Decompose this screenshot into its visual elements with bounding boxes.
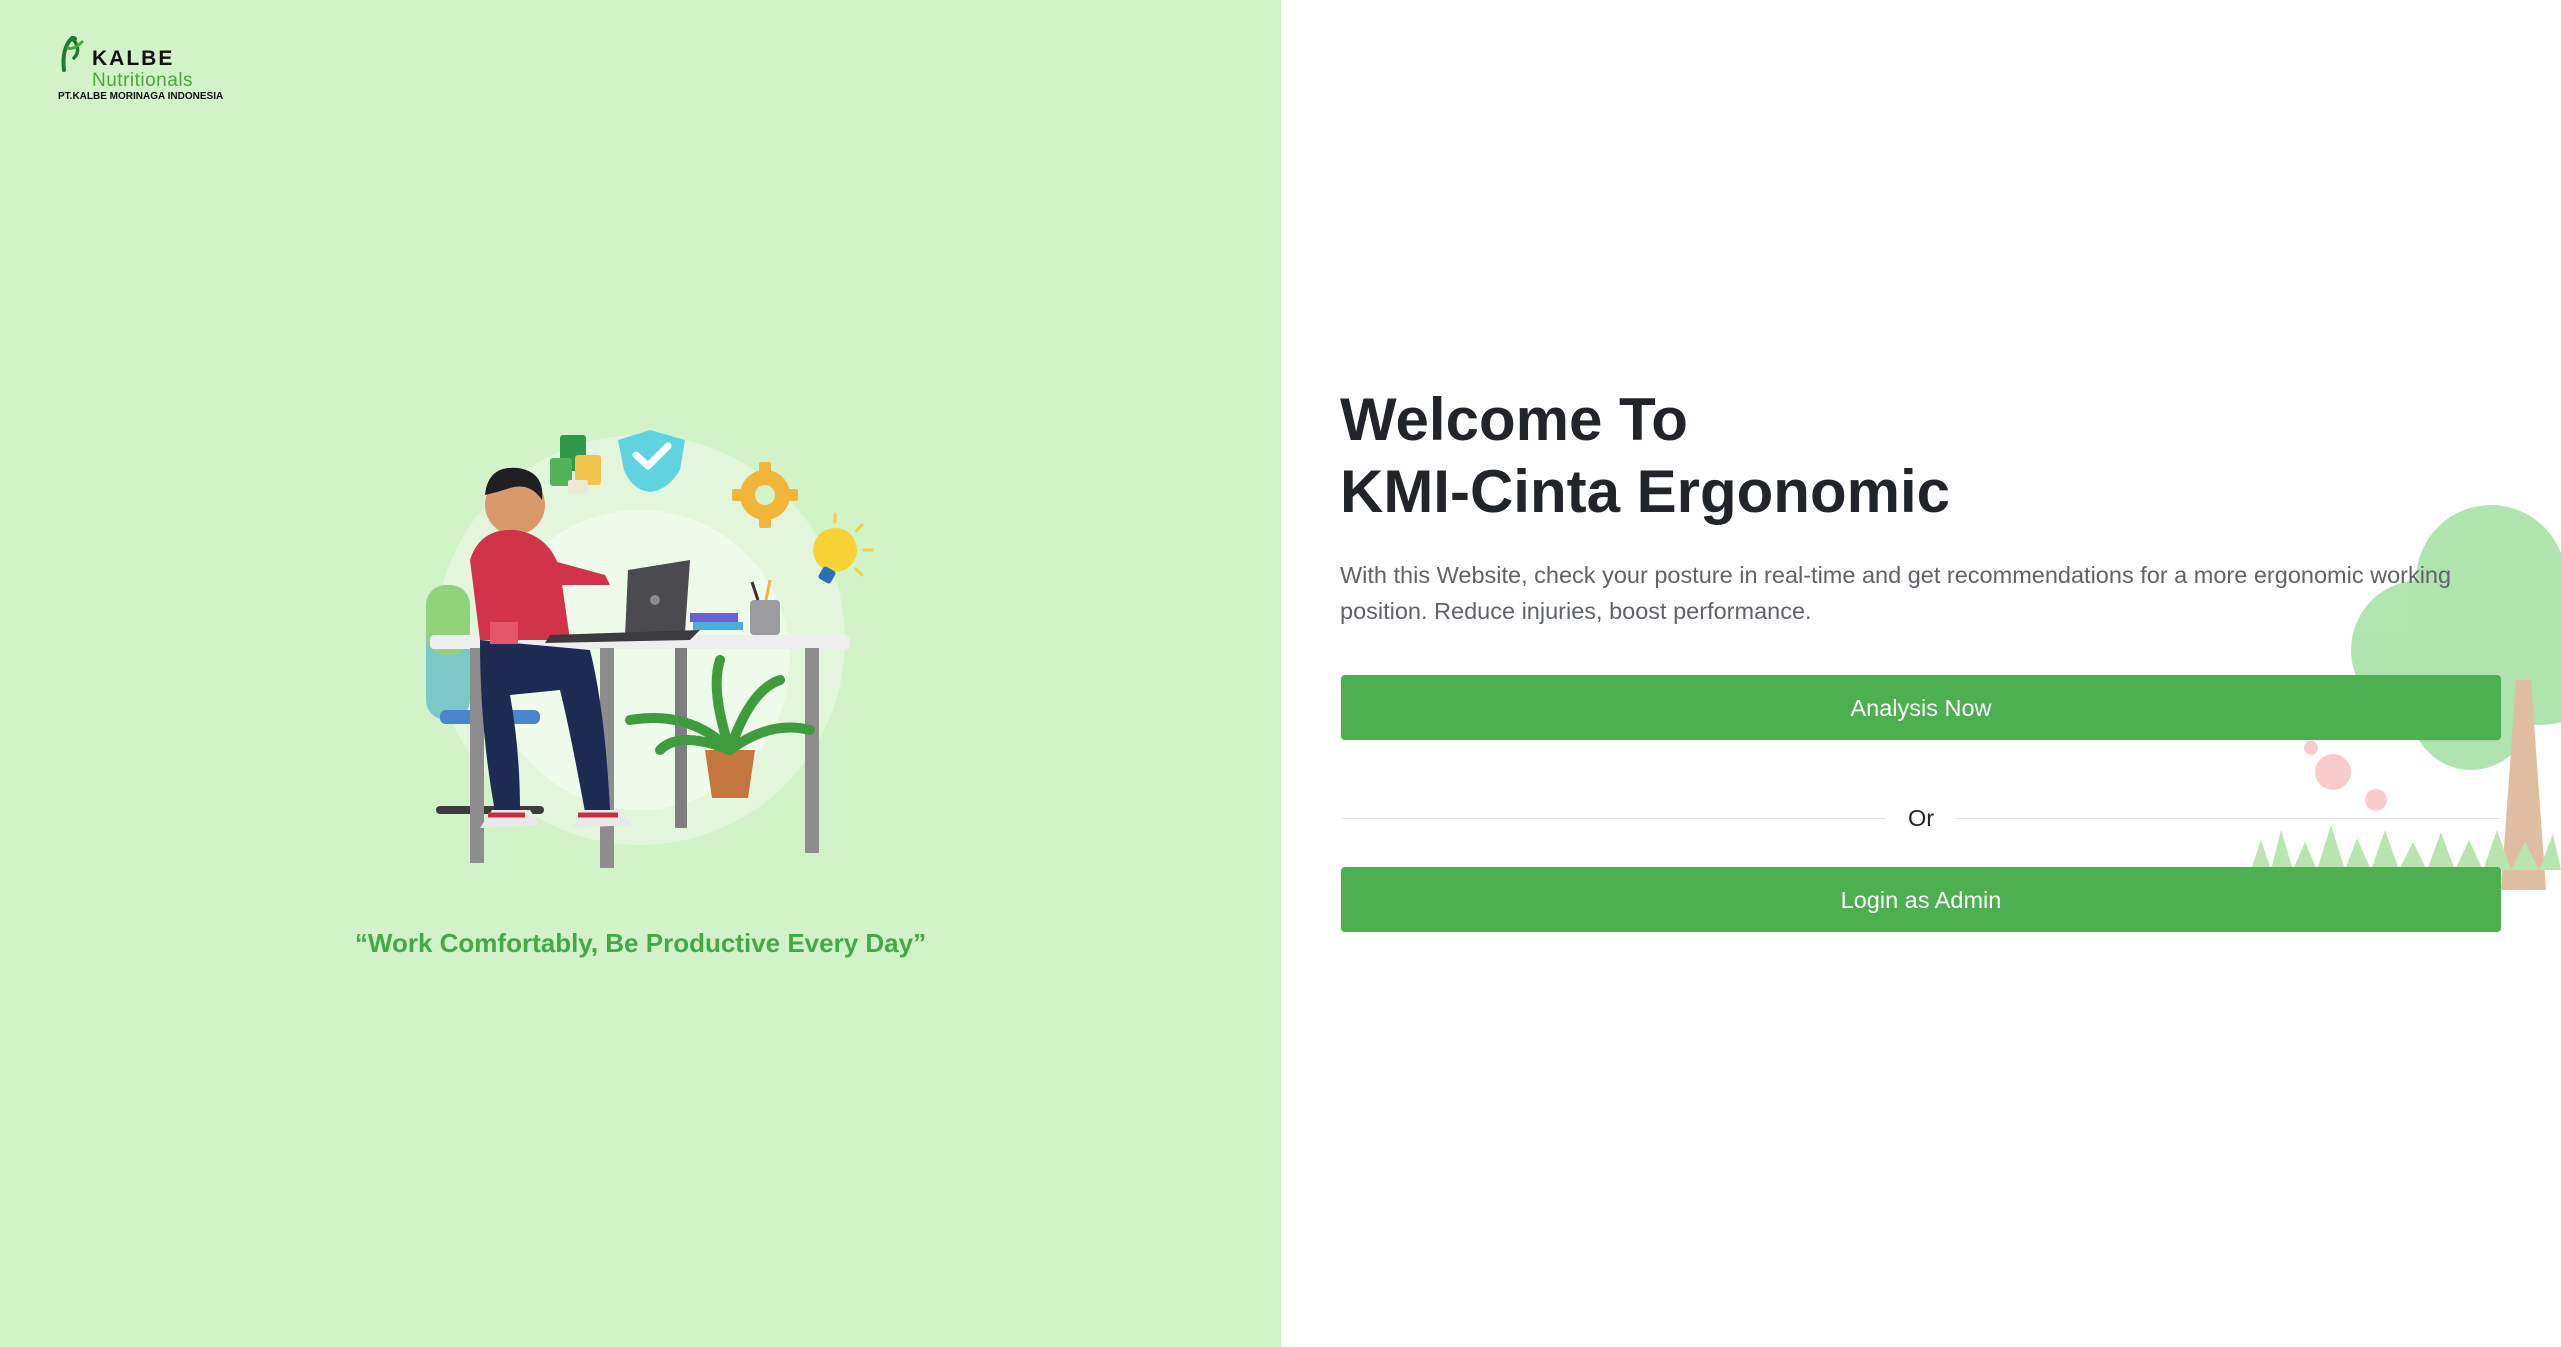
hero-tagline: “Work Comfortably, Be Productive Every D…	[354, 928, 927, 958]
welcome-title: Welcome To KMI-Cinta Ergonomic	[1340, 384, 1950, 528]
welcome-title-line2: KMI-Cinta Ergonomic	[1340, 458, 1950, 525]
hero-panel: KALBE Nutritionals PT.KALBE MORINAGA IND…	[0, 0, 1281, 1347]
ergonomic-worker-illustration	[426, 430, 874, 868]
lightbulb-icon	[813, 512, 874, 584]
company-name: PT.KALBE MORINAGA INDONESIA	[58, 91, 224, 102]
kalbe-logo-icon	[61, 36, 84, 72]
welcome-description: With this Website, check your posture in…	[1340, 562, 2452, 624]
company-logo: KALBE Nutritionals PT.KALBE MORINAGA IND…	[58, 34, 238, 104]
welcome-panel: Welcome To KMI-Cinta Ergonomic With this…	[1281, 0, 2561, 1347]
divider-label: Or	[1886, 804, 1956, 832]
analysis-now-button[interactable]: Analysis Now	[1341, 675, 2501, 740]
brand-name: KALBE	[92, 47, 175, 70]
login-admin-button[interactable]: Login as Admin	[1341, 867, 2501, 932]
or-divider: Or	[1341, 800, 2501, 836]
landing-page: KALBE Nutritionals PT.KALBE MORINAGA IND…	[0, 0, 2561, 1347]
welcome-title-line1: Welcome To	[1340, 386, 1688, 453]
brand-subtitle: Nutritionals	[92, 70, 194, 91]
